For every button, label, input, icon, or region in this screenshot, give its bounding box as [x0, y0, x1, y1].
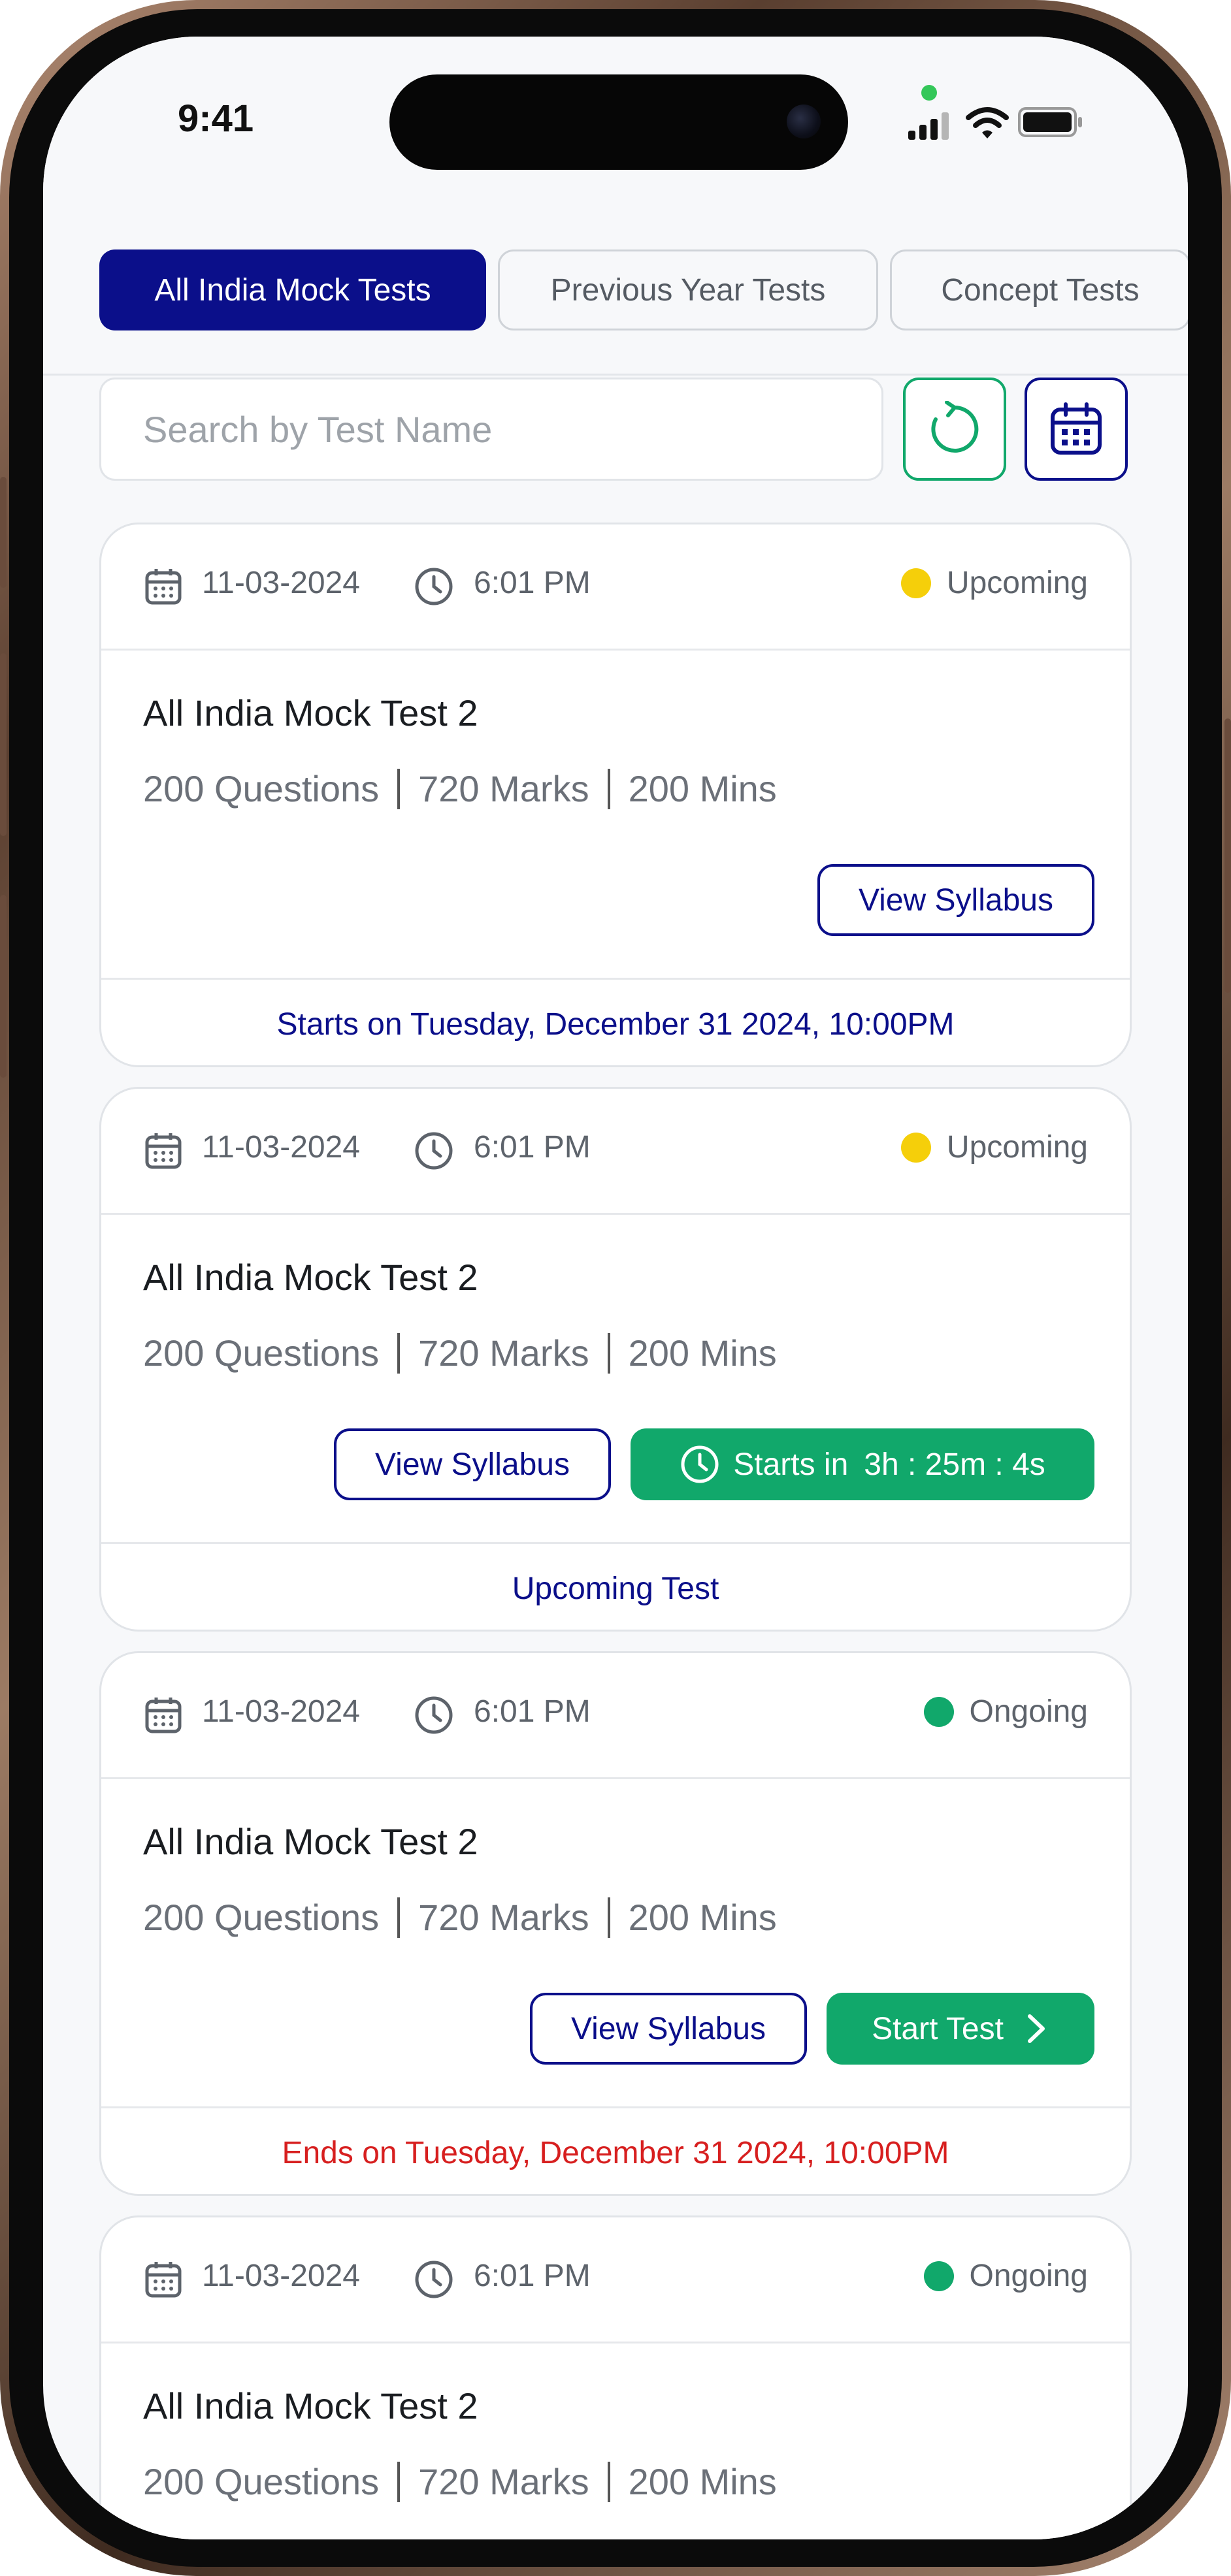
card-header: 11-03-2024 6:01 PM Upcoming	[101, 524, 1130, 651]
status-dot	[900, 1132, 931, 1163]
status-badge: Ongoing	[923, 1694, 1088, 1730]
chevron-right-icon	[1027, 2014, 1045, 2043]
clock-icon	[415, 1696, 453, 1734]
questions-count: 200 Questions	[143, 1897, 380, 1938]
schedule-text: Upcoming Test	[101, 1542, 1130, 1630]
clock-icon	[681, 1445, 719, 1483]
calendar-icon	[145, 1698, 182, 1733]
view-syllabus-button[interactable]: View Syllabus	[530, 1993, 807, 2065]
status-dot	[900, 568, 931, 598]
marks-count: 720 Marks	[418, 1332, 589, 1374]
test-time: 6:01 PM	[474, 1694, 591, 1729]
calendar-icon	[145, 569, 182, 605]
side-button-right	[1224, 718, 1231, 993]
countdown-button[interactable]: Starts in 3h : 25m : 4s	[631, 1428, 1094, 1500]
camera-icon	[787, 105, 821, 138]
questions-count: 200 Questions	[143, 2461, 380, 2502]
app-screen: 9:41 All India Mock Tests Previous Year …	[43, 37, 1188, 2539]
privacy-indicator-icon	[921, 85, 937, 101]
status-label: Ongoing	[969, 1694, 1088, 1729]
status-badge: Ongoing	[923, 2258, 1088, 2294]
status-badge: Upcoming	[900, 1129, 1088, 1165]
card-header: 11-03-2024 6:01 PM Upcoming	[101, 1089, 1130, 1215]
divider	[607, 1897, 610, 1939]
divider	[607, 1333, 610, 1374]
card-header: 11-03-2024 6:01 PM Ongoing	[101, 2217, 1130, 2343]
questions-count: 200 Questions	[143, 768, 380, 809]
duration: 200 Mins	[628, 2461, 777, 2502]
calendar-icon	[145, 2262, 182, 2298]
test-time: 6:01 PM	[474, 1130, 591, 1165]
side-button-left-3	[0, 895, 7, 1078]
test-card: 11-03-2024 6:01 PM Ongoing All India Moc…	[99, 1651, 1132, 2196]
divider	[397, 1333, 401, 1374]
schedule-text: Starts on Tuesday, December 31 2024, 10:…	[101, 978, 1130, 1065]
duration: 200 Mins	[628, 768, 777, 809]
refresh-icon	[931, 401, 979, 453]
divider	[607, 769, 610, 810]
status-dot	[923, 2261, 954, 2291]
view-syllabus-button[interactable]: View Syllabus	[817, 864, 1094, 936]
refresh-button[interactable]	[903, 378, 1006, 481]
side-button-left-2	[0, 653, 7, 836]
test-date: 11-03-2024	[202, 2259, 360, 2293]
test-time: 6:01 PM	[474, 2259, 591, 2293]
start-test-label: Start Test	[872, 2011, 1004, 2046]
search-input[interactable]: Search by Test Name	[99, 378, 883, 481]
card-header: 11-03-2024 6:01 PM Ongoing	[101, 1653, 1130, 1779]
calendar-icon	[1051, 402, 1102, 455]
status-label: Ongoing	[969, 2259, 1088, 2293]
cellular-signal-icon	[908, 112, 949, 140]
status-label: Upcoming	[946, 566, 1088, 600]
view-syllabus-button[interactable]: View Syllabus	[334, 1428, 611, 1500]
start-test-button[interactable]: Start Test	[827, 1993, 1094, 2065]
clock-icon	[415, 1132, 453, 1170]
duration: 200 Mins	[628, 1332, 777, 1374]
duration: 200 Mins	[628, 1897, 777, 1938]
test-category-tabs: All India Mock Tests Previous Year Tests…	[43, 200, 1188, 376]
test-date: 11-03-2024	[202, 1130, 360, 1165]
status-bar: 9:41	[43, 37, 1188, 200]
test-card: 11-03-2024 6:01 PM Upcoming All India Mo…	[99, 523, 1132, 1067]
status-dot	[923, 1696, 954, 1727]
test-title: All India Mock Test 2	[143, 692, 478, 733]
status-badge: Upcoming	[900, 565, 1088, 601]
divider	[607, 2462, 610, 2503]
divider	[397, 2462, 401, 2503]
test-details: 200 Questions 720 Marks 200 Mins	[143, 1332, 777, 1376]
countdown-prefix: Starts in	[733, 1447, 849, 1482]
tab-all-india-mock-tests[interactable]: All India Mock Tests	[99, 250, 486, 330]
calendar-icon	[145, 1133, 182, 1169]
test-card: 11-03-2024 6:01 PM Upcoming All India Mo…	[99, 1087, 1132, 1632]
divider	[397, 1897, 401, 1939]
test-title: All India Mock Test 2	[143, 1257, 478, 1298]
countdown-value: 3h : 25m : 4s	[864, 1447, 1045, 1482]
marks-count: 720 Marks	[418, 2461, 589, 2502]
test-title: All India Mock Test 2	[143, 1821, 478, 1862]
side-button-left-1	[0, 477, 7, 588]
status-label: Upcoming	[946, 1130, 1088, 1165]
test-date: 11-03-2024	[202, 566, 360, 600]
test-card: 11-03-2024 6:01 PM Ongoing All India Moc…	[99, 2215, 1132, 2539]
questions-count: 200 Questions	[143, 1332, 380, 1374]
test-details: 200 Questions 720 Marks 200 Mins	[143, 767, 777, 812]
test-title: All India Mock Test 2	[143, 2385, 478, 2426]
battery-icon	[1018, 107, 1082, 137]
marks-count: 720 Marks	[418, 1897, 589, 1938]
test-details: 200 Questions 720 Marks 200 Mins	[143, 2460, 777, 2505]
schedule-text: Ends on Tuesday, December 31 2024, 10:00…	[101, 2106, 1130, 2194]
wifi-icon	[966, 107, 1009, 138]
test-time: 6:01 PM	[474, 566, 591, 600]
test-date: 11-03-2024	[202, 1694, 360, 1729]
calendar-filter-button[interactable]	[1025, 378, 1128, 481]
clock-icon	[415, 2261, 453, 2298]
tab-concept-tests[interactable]: Concept Tests	[890, 250, 1188, 330]
dynamic-island	[389, 74, 848, 170]
test-details: 200 Questions 720 Marks 200 Mins	[143, 1896, 777, 1940]
clock: 9:41	[178, 97, 254, 140]
clock-icon	[415, 568, 453, 605]
tab-previous-year-tests[interactable]: Previous Year Tests	[498, 250, 878, 330]
marks-count: 720 Marks	[418, 768, 589, 809]
divider	[397, 769, 401, 810]
